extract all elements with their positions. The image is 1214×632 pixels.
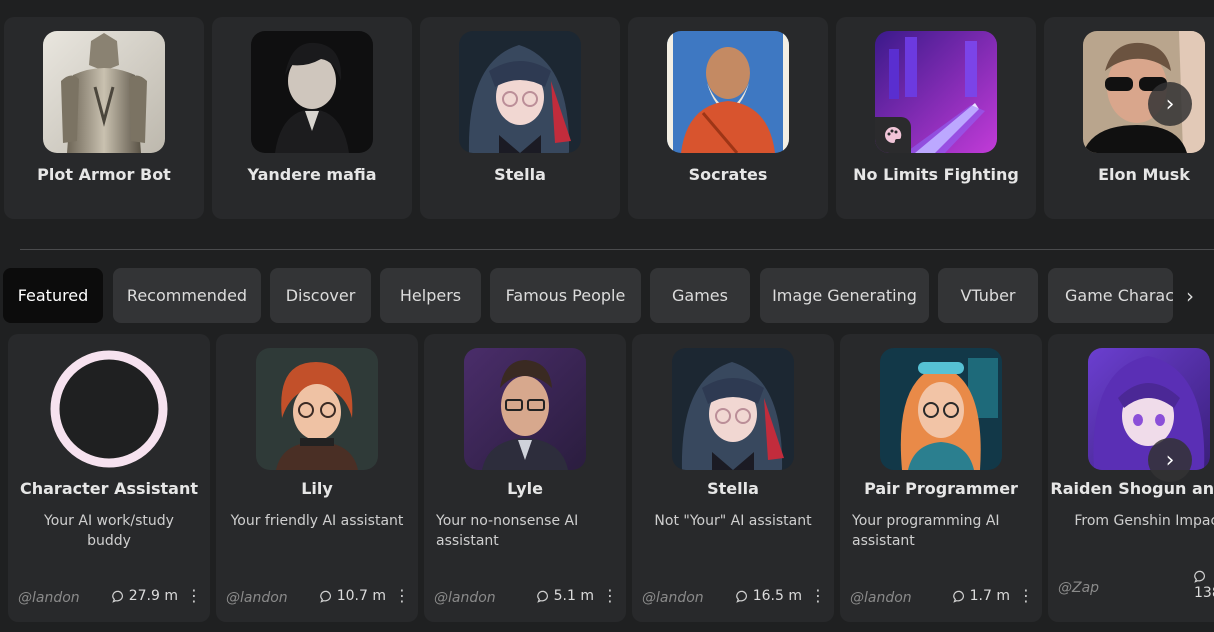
chat-bubble-icon <box>319 590 331 603</box>
character-avatar <box>672 348 794 470</box>
character-author[interactable]: @Zap <box>1058 580 1099 596</box>
bot-name: Yandere mafia <box>247 165 377 184</box>
chat-count-value: 1.7 m <box>969 588 1010 604</box>
tab-recommended[interactable]: Recommended <box>113 268 261 323</box>
bot-card-stella[interactable]: Stella <box>420 17 620 219</box>
character-card[interactable]: Raiden Shogun and Ei From Genshin Impact… <box>1048 334 1214 622</box>
character-card[interactable]: Character Assistant Your AI work/study b… <box>8 334 210 622</box>
category-tabs: Featured Recommended Discover Helpers Fa… <box>3 268 1214 323</box>
bot-avatar <box>251 31 373 153</box>
character-name: Lily <box>301 479 333 498</box>
tab-featured[interactable]: Featured <box>3 268 103 323</box>
tab-famous-people[interactable]: Famous People <box>490 268 641 323</box>
character-avatar <box>880 348 1002 470</box>
character-avatar <box>48 348 170 470</box>
character-author[interactable]: @landon <box>642 590 704 606</box>
bot-avatar <box>875 31 997 153</box>
character-name: Lyle <box>507 479 543 498</box>
bot-card-elon-musk[interactable]: Elon Musk <box>1044 17 1214 219</box>
character-description: Your friendly AI assistant <box>230 513 404 529</box>
character-description: Your AI work/study buddy <box>44 513 174 549</box>
top-bots-carousel: Plot Armor Bot Yandere mafia Stella Socr… <box>0 0 1214 232</box>
chat-count: 10.7 m ⋮ <box>319 588 410 604</box>
bot-name: Stella <box>494 165 546 184</box>
character-description: Not "Your" AI assistant <box>654 513 812 529</box>
section-divider <box>20 249 1214 250</box>
more-options-icon[interactable]: ⋮ <box>1018 588 1034 604</box>
chat-count-value: 10.7 m <box>336 588 386 604</box>
chat-bubble-icon <box>111 590 123 603</box>
bot-name: Socrates <box>688 165 768 184</box>
character-description: Your programming AI assistant <box>852 513 1000 549</box>
featured-characters: Character Assistant Your AI work/study b… <box>0 334 1214 632</box>
chat-bubble-icon <box>735 590 747 603</box>
tab-vtuber[interactable]: VTuber <box>938 268 1038 323</box>
character-description: From Genshin Impact <box>1074 513 1214 529</box>
bot-card-no-limits-fighting[interactable]: No Limits Fighting <box>836 17 1036 219</box>
tab-discover[interactable]: Discover <box>270 268 371 323</box>
tab-image-generating[interactable]: Image Generating <box>760 268 929 323</box>
tab-helpers[interactable]: Helpers <box>380 268 481 323</box>
chat-count-value: 27.9 m <box>128 588 178 604</box>
chevron-right-icon: › <box>1186 283 1194 308</box>
more-options-icon[interactable]: ⋮ <box>810 588 826 604</box>
character-name: Character Assistant <box>20 479 198 498</box>
bot-avatar <box>43 31 165 153</box>
chat-count: 16.5 m ⋮ <box>735 588 826 604</box>
character-author[interactable]: @landon <box>434 590 496 606</box>
tabs-scroll-right-button[interactable]: › <box>1175 268 1205 323</box>
tab-game-characters[interactable]: Game Characters <box>1048 268 1173 323</box>
tab-games[interactable]: Games <box>650 268 750 323</box>
more-options-icon[interactable]: ⋮ <box>394 588 410 604</box>
chat-count-value: 16.5 m <box>752 588 802 604</box>
palette-icon <box>875 117 911 153</box>
chat-count-value: 138.4 m <box>1194 585 1214 601</box>
character-author[interactable]: @landon <box>18 590 80 606</box>
more-options-icon[interactable]: ⋮ <box>602 588 618 604</box>
character-card[interactable]: Lily Your friendly AI assistant @landon … <box>216 334 418 622</box>
bot-avatar <box>459 31 581 153</box>
bot-card-socrates[interactable]: Socrates <box>628 17 828 219</box>
character-author[interactable]: @landon <box>226 590 288 606</box>
character-author[interactable]: @landon <box>850 590 912 606</box>
chevron-right-icon: › <box>1165 91 1175 117</box>
chat-bubble-icon <box>536 590 548 603</box>
chat-count: 1.7 m ⋮ <box>952 588 1034 604</box>
chat-count-value: 5.1 m <box>553 588 594 604</box>
character-card[interactable]: Pair Programmer Your programming AI assi… <box>840 334 1042 622</box>
chat-count: 5.1 m ⋮ <box>536 588 618 604</box>
character-card[interactable]: Stella Not "Your" AI assistant @landon 1… <box>632 334 834 622</box>
bot-avatar <box>667 31 789 153</box>
character-description: Your no-nonsense AI assistant <box>436 513 579 549</box>
more-options-icon[interactable]: ⋮ <box>186 588 202 604</box>
character-card[interactable]: Lyle Your no-nonsense AI assistant @land… <box>424 334 626 622</box>
bot-card-plot-armor[interactable]: Plot Armor Bot <box>4 17 204 219</box>
character-name: Pair Programmer <box>864 479 1018 498</box>
bot-card-yandere-mafia[interactable]: Yandere mafia <box>212 17 412 219</box>
bot-name: No Limits Fighting <box>853 165 1019 184</box>
chat-count: 138.4 m <box>1194 570 1214 601</box>
character-name: Stella <box>707 479 759 498</box>
bot-name: Plot Armor Bot <box>37 165 171 184</box>
bot-name: Elon Musk <box>1098 165 1190 184</box>
chat-count: 27.9 m ⋮ <box>111 588 202 604</box>
characters-next-button[interactable]: › <box>1148 438 1192 482</box>
chat-bubble-icon <box>952 590 964 603</box>
character-avatar <box>464 348 586 470</box>
carousel-next-button[interactable]: › <box>1148 82 1192 126</box>
character-avatar <box>256 348 378 470</box>
character-name: Raiden Shogun and Ei <box>1050 479 1214 498</box>
chevron-right-icon: › <box>1165 447 1175 473</box>
chat-bubble-icon <box>1194 570 1205 583</box>
